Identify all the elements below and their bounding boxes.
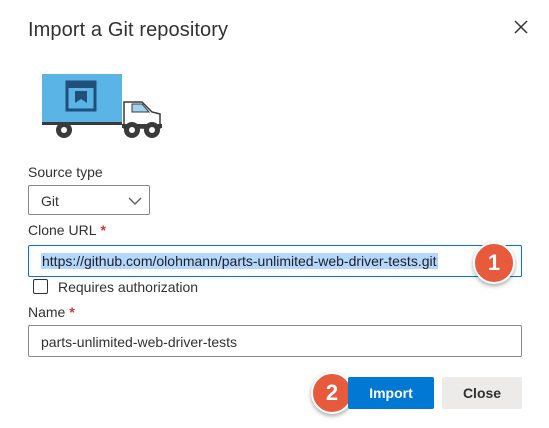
source-type-label-text: Source type bbox=[28, 164, 103, 180]
requires-authorization-label: Requires authorization bbox=[58, 279, 199, 295]
clone-url-label-text: Clone URL bbox=[28, 222, 97, 238]
name-value: parts-unlimited-web-driver-tests bbox=[41, 334, 238, 350]
name-label-text: Name bbox=[28, 304, 66, 320]
required-marker: * bbox=[69, 304, 75, 320]
import-repository-dialog: Import a Git repository Source type Git bbox=[0, 0, 549, 428]
close-icon[interactable] bbox=[510, 16, 532, 38]
source-type-value: Git bbox=[41, 193, 59, 209]
source-type-select[interactable]: Git bbox=[28, 185, 150, 215]
dialog-title: Import a Git repository bbox=[28, 19, 229, 41]
name-label: Name * bbox=[28, 304, 75, 320]
import-button[interactable]: Import bbox=[348, 377, 434, 409]
close-button[interactable]: Close bbox=[442, 377, 522, 409]
required-marker: * bbox=[100, 222, 106, 238]
chevron-down-icon bbox=[128, 197, 142, 205]
clone-url-value: https://github.com/olohmann/parts-unlimi… bbox=[41, 253, 438, 269]
checkbox-box[interactable] bbox=[33, 279, 48, 294]
step-2-badge: 2 bbox=[311, 372, 353, 414]
clone-url-input[interactable]: https://github.com/olohmann/parts-unlimi… bbox=[28, 245, 522, 277]
step-1-badge: 1 bbox=[473, 242, 515, 284]
source-type-label: Source type bbox=[28, 164, 103, 180]
name-input[interactable]: parts-unlimited-web-driver-tests bbox=[28, 325, 522, 357]
clone-url-label: Clone URL * bbox=[28, 222, 106, 238]
moving-truck-repository-icon bbox=[42, 74, 162, 138]
